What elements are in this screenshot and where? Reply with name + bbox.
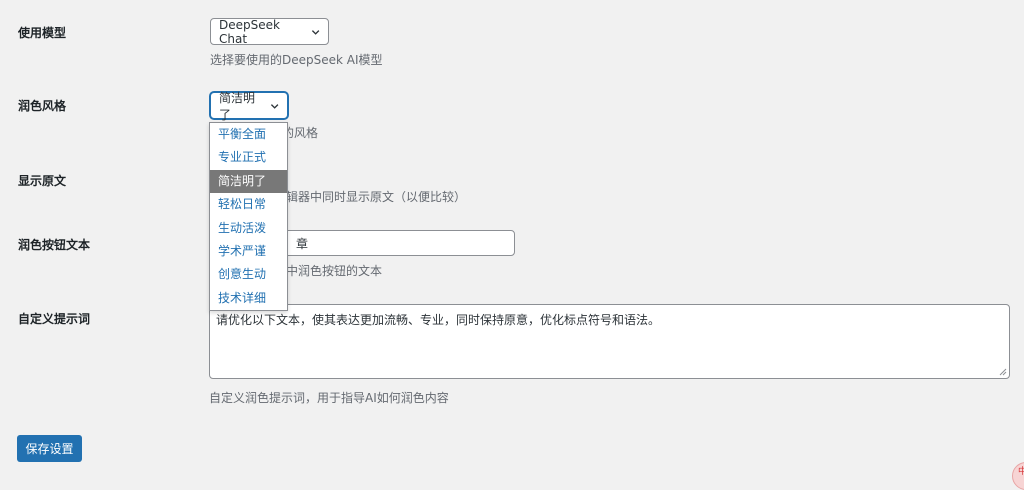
prompt-textarea[interactable]: 请优化以下文本，使其表达更加流畅、专业，同时保持原意，优化标点符号和语法。 [209,304,1010,379]
model-label: 使用模型 [18,26,67,40]
model-select-value: DeepSeek Chat [219,17,280,46]
style-option-selected[interactable]: 简洁明了 [210,169,287,194]
style-option[interactable]: 平衡全面 [210,123,287,146]
model-description: 选择要使用的DeepSeek AI模型 [210,53,383,67]
corner-badge[interactable]: 中 [1012,462,1024,490]
style-option[interactable]: 专业正式 [210,146,287,169]
style-label: 润色风格 [18,99,67,113]
style-option[interactable]: 学术严谨 [210,240,287,263]
save-button[interactable]: 保存设置 [17,435,82,462]
style-option[interactable]: 创意生动 [210,263,287,286]
style-dropdown-list: 平衡全面 专业正式 简洁明了 轻松日常 生动活泼 学术严谨 创意生动 技术详细 [209,122,288,311]
style-select-value: 简洁明了 [219,90,256,122]
prompt-textarea-value: 请优化以下文本，使其表达更加流畅、专业，同时保持原意，优化标点符号和语法。 [216,313,661,327]
show-original-description: 辑器中同时显示原文（以便比较） [286,190,467,204]
prompt-label: 自定义提示词 [18,312,91,326]
button-text-input-value: 章 [296,236,309,251]
prompt-description: 自定义润色提示词，用于指导AI如何润色内容 [209,391,449,405]
chevron-down-icon [311,29,320,35]
show-original-label: 显示原文 [18,174,67,188]
style-option[interactable]: 技术详细 [210,287,287,310]
button-text-label: 润色按钮文本 [18,238,91,252]
style-select[interactable]: 简洁明了 [210,91,288,122]
resize-handle-icon[interactable] [999,368,1007,376]
chevron-down-icon [270,103,279,109]
button-text-description: 中润色按钮的文本 [286,264,383,278]
style-option[interactable]: 生动活泼 [210,217,287,240]
model-select[interactable]: DeepSeek Chat [210,17,329,46]
style-option[interactable]: 轻松日常 [210,193,287,216]
